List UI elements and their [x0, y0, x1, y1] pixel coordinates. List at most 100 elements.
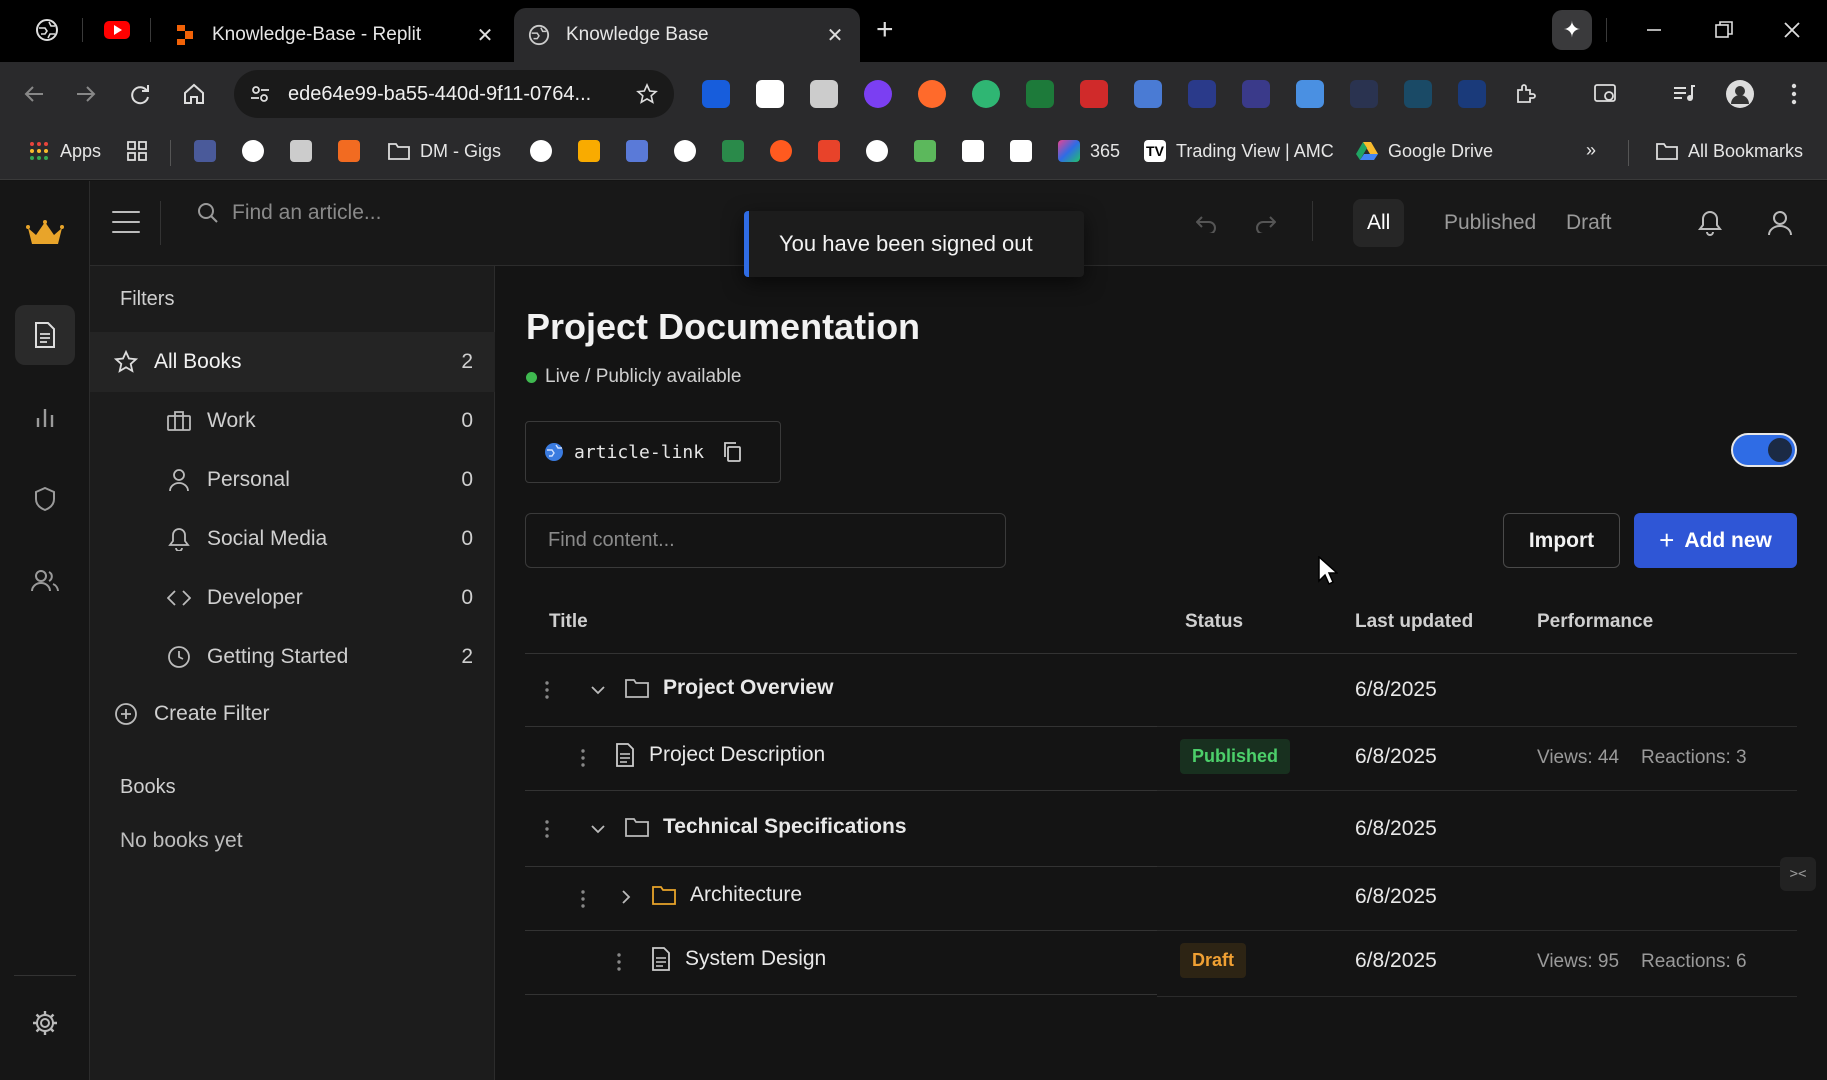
tab-draft[interactable]: Draft — [1552, 199, 1626, 247]
filter-all-books[interactable]: All Books 2 — [90, 332, 495, 392]
analytics-icon[interactable] — [578, 140, 600, 162]
table-row[interactable]: Project Description Published 6/8/2025 V… — [525, 727, 1797, 791]
drag-handle-icon[interactable] — [576, 888, 590, 910]
forward-arrow-icon[interactable] — [68, 76, 104, 112]
close-tab-icon[interactable]: ✕ — [824, 23, 846, 48]
table-row[interactable]: Project Overview 6/8/2025 — [525, 654, 1797, 727]
tab-replit[interactable]: Knowledge-Base - Replit ✕ — [160, 8, 510, 62]
shield-icon[interactable] — [15, 469, 75, 529]
bookmark-all-bookmarks[interactable]: All Bookmarks — [1656, 140, 1803, 162]
article-link-chip[interactable]: article-link — [525, 421, 781, 483]
chart-extension-icon[interactable] — [1458, 80, 1486, 108]
address-bar[interactable]: ede64e99-ba55-440d-9f11-0764... — [234, 70, 674, 118]
github-icon[interactable] — [242, 140, 264, 162]
triangle-app-icon[interactable] — [914, 140, 936, 162]
user-profile-icon[interactable] — [1764, 207, 1796, 239]
star-bookmark-icon[interactable] — [636, 83, 658, 105]
dark-green-extension-icon[interactable] — [1026, 80, 1054, 108]
tab-knowledge-base[interactable]: Knowledge Base ✕ — [514, 8, 860, 62]
flame-icon[interactable] — [770, 140, 792, 162]
close-tab-icon[interactable]: ✕ — [474, 23, 496, 48]
content-search-input[interactable] — [525, 513, 1006, 568]
puzzle-extension-icon[interactable] — [1296, 80, 1324, 108]
heart-extension-icon[interactable] — [1404, 80, 1432, 108]
drag-handle-icon[interactable] — [612, 951, 626, 973]
blue-extension-icon[interactable] — [1134, 80, 1162, 108]
search-tabs-icon[interactable] — [1588, 76, 1624, 112]
bookmark-grid[interactable] — [126, 140, 158, 162]
column-header-performance[interactable]: Performance — [1537, 611, 1653, 633]
bookmark-apps[interactable]: Apps — [28, 140, 101, 162]
notifications-bell-icon[interactable] — [1694, 207, 1726, 239]
public-visibility-toggle[interactable] — [1731, 433, 1797, 467]
bookmark-365[interactable]: 365 — [1058, 140, 1120, 162]
minimize-icon[interactable] — [1634, 14, 1674, 46]
settings-gear-icon[interactable] — [15, 993, 75, 1053]
close-window-icon[interactable] — [1772, 14, 1812, 46]
home-icon[interactable] — [176, 76, 212, 112]
column-header-title[interactable]: Title — [549, 611, 588, 633]
documents-icon[interactable] — [15, 305, 75, 365]
bolt-icon[interactable] — [722, 140, 744, 162]
pinned-tab-youtube[interactable] — [103, 16, 131, 44]
tab-all[interactable]: All — [1353, 199, 1405, 247]
qr-extension-icon[interactable] — [810, 80, 838, 108]
drag-handle-icon[interactable] — [576, 747, 590, 769]
analytics-bar-chart-icon[interactable] — [15, 387, 75, 447]
users-icon[interactable] — [15, 551, 75, 611]
r-extension-icon[interactable] — [756, 80, 784, 108]
media-controls-icon[interactable] — [1666, 76, 1702, 112]
bookmark-google-drive[interactable]: Google Drive — [1356, 140, 1493, 162]
chevron-down-icon[interactable] — [588, 819, 608, 839]
filter-developer[interactable]: Developer 0 — [90, 568, 495, 628]
filter-getting-started[interactable]: Getting Started 2 — [90, 627, 495, 687]
redo-icon[interactable] — [1250, 209, 1280, 239]
r-app-icon[interactable] — [1010, 140, 1032, 162]
green-extension-icon[interactable] — [972, 80, 1000, 108]
drag-handle-icon[interactable] — [540, 818, 554, 840]
column-header-last-updated[interactable]: Last updated — [1355, 611, 1473, 633]
shield-extension-icon[interactable] — [864, 80, 892, 108]
undo-icon[interactable] — [1192, 209, 1222, 239]
square-extension-icon[interactable] — [1350, 80, 1378, 108]
more-menu-icon[interactable] — [1776, 76, 1812, 112]
tab-published[interactable]: Published — [1430, 199, 1550, 247]
circle-app-icon[interactable] — [674, 140, 696, 162]
filter-social-media[interactable]: Social Media 0 — [90, 509, 495, 569]
chevron-right-icon[interactable] — [616, 887, 636, 907]
table-row[interactable]: Technical Specifications 6/8/2025 — [525, 791, 1797, 867]
grammarly-icon[interactable] — [530, 140, 552, 162]
add-new-button[interactable]: + Add new — [1634, 513, 1797, 568]
bitwarden-extension-icon[interactable] — [702, 80, 730, 108]
restore-icon[interactable] — [1704, 14, 1744, 46]
bookmarks-overflow-icon[interactable]: » — [1586, 140, 1596, 161]
zapier-icon[interactable] — [338, 140, 360, 162]
orange-extension-icon[interactable] — [918, 80, 946, 108]
z-app-icon[interactable] — [962, 140, 984, 162]
drag-handle-icon[interactable] — [540, 679, 554, 701]
squarespace-icon[interactable] — [290, 140, 312, 162]
filter-personal[interactable]: Personal 0 — [90, 450, 495, 510]
reload-icon[interactable] — [122, 76, 158, 112]
a-extension-icon[interactable] — [1188, 80, 1216, 108]
create-filter-button[interactable]: Create Filter — [90, 684, 495, 744]
table-row[interactable]: Architecture 6/8/2025 — [525, 867, 1797, 931]
extensions-puzzle-icon[interactable] — [1508, 76, 1544, 112]
gemini-sparkle-icon[interactable]: ✦ — [1552, 10, 1592, 50]
mail-icon[interactable] — [194, 140, 216, 162]
import-button[interactable]: Import — [1503, 513, 1620, 568]
site-settings-icon[interactable] — [250, 84, 270, 104]
code-extension-icon[interactable] — [1242, 80, 1270, 108]
copy-icon[interactable] — [722, 441, 742, 463]
google-icon[interactable] — [866, 140, 888, 162]
code-panel-toggle-icon[interactable]: >< — [1780, 857, 1816, 891]
bookmark-dm-gigs[interactable]: DM - Gigs — [388, 140, 501, 162]
red-extension-icon[interactable] — [1080, 80, 1108, 108]
column-header-status[interactable]: Status — [1185, 611, 1243, 633]
back-arrow-icon[interactable] — [16, 76, 52, 112]
pinned-tab-globe[interactable] — [33, 16, 61, 44]
article-search-input[interactable] — [232, 201, 612, 225]
bookmark-tradingview[interactable]: TV Trading View | AMC — [1144, 140, 1334, 162]
crown-logo-icon[interactable] — [15, 203, 75, 263]
new-tab-button[interactable]: + — [876, 15, 894, 45]
